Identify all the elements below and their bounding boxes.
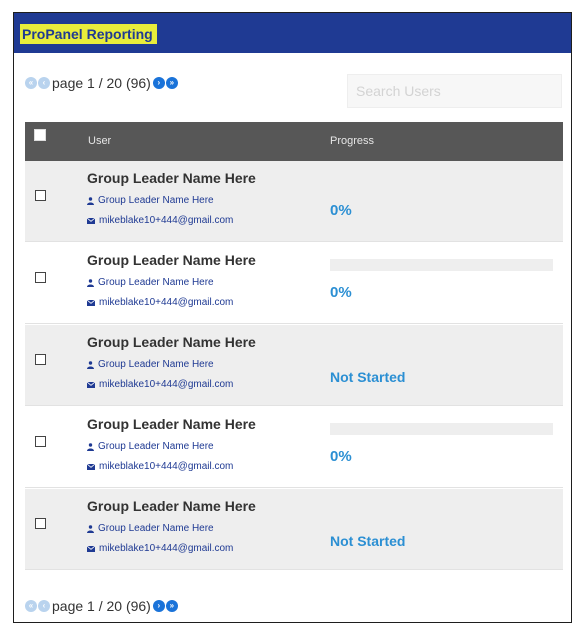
user-email-text: mikeblake10+444@gmail.com	[99, 461, 234, 472]
row-checkbox[interactable]	[35, 518, 46, 529]
group-leader[interactable]: Group Leader Name Here	[87, 523, 214, 534]
mail-icon	[87, 299, 95, 306]
pager-text: page 1 / 20 (96)	[52, 75, 151, 91]
select-all-checkbox[interactable]	[34, 129, 46, 141]
progress-status: 0%	[330, 284, 352, 301]
progress-status: Not Started	[330, 369, 406, 385]
table-header: User Progress	[25, 122, 563, 161]
group-leader-text: Group Leader Name Here	[98, 523, 214, 534]
progress-status: 0%	[330, 448, 352, 465]
user-icon	[87, 442, 94, 451]
mail-icon	[87, 381, 95, 388]
user-icon	[87, 196, 94, 205]
user-email[interactable]: mikeblake10+444@gmail.com	[87, 215, 233, 226]
user-email[interactable]: mikeblake10+444@gmail.com	[87, 461, 233, 472]
row-checkbox[interactable]	[35, 436, 46, 447]
group-leader[interactable]: Group Leader Name Here	[87, 441, 214, 452]
user-email[interactable]: mikeblake10+444@gmail.com	[87, 379, 233, 390]
next-page-icon[interactable]: ›	[152, 600, 165, 612]
table-row: Group Leader Name Here Group Leader Name…	[25, 407, 563, 488]
panel-header: ProPanel Reporting	[14, 13, 571, 53]
user-email-text: mikeblake10+444@gmail.com	[99, 215, 234, 226]
pager-bottom: « ‹ page 1 / 20 (96) › »	[25, 596, 179, 616]
pager-text: page 1 / 20 (96)	[52, 598, 151, 614]
user-name: Group Leader Name Here	[87, 498, 256, 514]
prev-page-icon[interactable]: ‹	[38, 77, 50, 89]
propanel-reporting-panel: ProPanel Reporting « ‹ page 1 / 20 (96) …	[13, 12, 572, 623]
row-checkbox[interactable]	[35, 354, 46, 365]
user-icon	[87, 360, 94, 369]
user-icon	[87, 278, 94, 287]
table-row: Group Leader Name Here Group Leader Name…	[25, 325, 563, 406]
table-row: Group Leader Name Here Group Leader Name…	[25, 161, 563, 242]
row-checkbox[interactable]	[35, 272, 46, 283]
user-name: Group Leader Name Here	[87, 170, 256, 186]
group-leader-text: Group Leader Name Here	[98, 441, 214, 452]
user-email-text: mikeblake10+444@gmail.com	[99, 379, 234, 390]
user-name: Group Leader Name Here	[87, 334, 256, 350]
table-row: Group Leader Name Here Group Leader Name…	[25, 243, 563, 324]
user-email[interactable]: mikeblake10+444@gmail.com	[87, 543, 233, 554]
group-leader[interactable]: Group Leader Name Here	[87, 195, 214, 206]
table-row: Group Leader Name Here Group Leader Name…	[25, 489, 563, 570]
column-user: User	[88, 135, 112, 147]
first-page-icon[interactable]: «	[25, 600, 37, 612]
progress-bar	[330, 259, 553, 271]
last-page-icon[interactable]: »	[165, 600, 178, 612]
progress-status: Not Started	[330, 533, 406, 549]
group-leader[interactable]: Group Leader Name Here	[87, 359, 214, 370]
mail-icon	[87, 545, 95, 552]
last-page-icon[interactable]: »	[165, 77, 178, 89]
first-page-icon[interactable]: «	[25, 77, 37, 89]
user-email-text: mikeblake10+444@gmail.com	[99, 543, 234, 554]
progress-bar	[330, 423, 553, 435]
row-checkbox[interactable]	[35, 190, 46, 201]
mail-icon	[87, 217, 95, 224]
column-progress: Progress	[330, 135, 375, 147]
group-leader-text: Group Leader Name Here	[98, 277, 214, 288]
progress-status: 0%	[330, 202, 352, 219]
user-name: Group Leader Name Here	[87, 416, 256, 432]
prev-page-icon[interactable]: ‹	[38, 600, 50, 612]
search-users-input[interactable]	[347, 74, 562, 108]
user-icon	[87, 524, 94, 533]
user-email[interactable]: mikeblake10+444@gmail.com	[87, 297, 233, 308]
next-page-icon[interactable]: ›	[152, 77, 165, 89]
pager-top: « ‹ page 1 / 20 (96) › »	[25, 73, 179, 93]
panel-title: ProPanel Reporting	[20, 24, 157, 44]
group-leader[interactable]: Group Leader Name Here	[87, 277, 214, 288]
mail-icon	[87, 463, 95, 470]
user-name: Group Leader Name Here	[87, 252, 256, 268]
group-leader-text: Group Leader Name Here	[98, 195, 214, 206]
user-email-text: mikeblake10+444@gmail.com	[99, 297, 234, 308]
group-leader-text: Group Leader Name Here	[98, 359, 214, 370]
